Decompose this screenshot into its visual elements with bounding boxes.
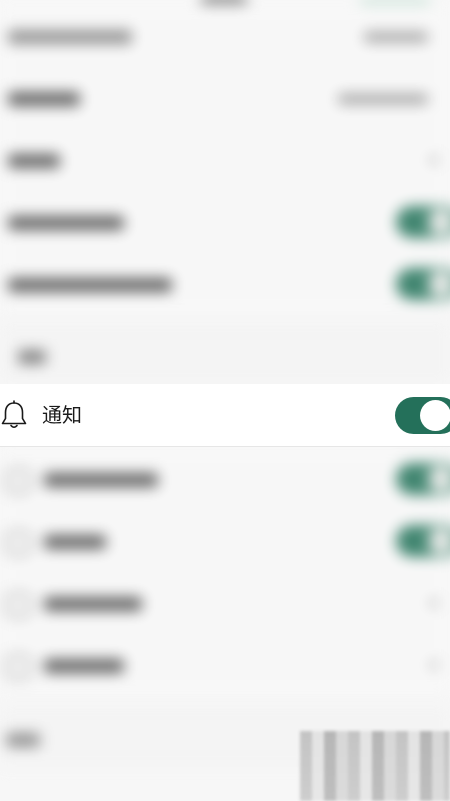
blurred-setting-row xyxy=(0,190,450,253)
notification-label: 通知 xyxy=(42,403,82,427)
blurred-setting-row xyxy=(0,447,450,510)
blurred-setting-row xyxy=(0,66,450,129)
blurred-setting-row xyxy=(0,4,450,67)
blurred-setting-row xyxy=(0,252,450,315)
notification-toggle[interactable] xyxy=(395,397,450,434)
bell-icon xyxy=(0,399,30,431)
blurred-setting-row xyxy=(0,633,450,696)
blurred-setting-row xyxy=(0,128,450,191)
blurred-setting-row xyxy=(0,509,450,572)
blurred-section-header xyxy=(0,322,450,384)
notification-setting-row[interactable]: 通知 xyxy=(0,384,450,447)
blurred-setting-row xyxy=(0,571,450,634)
pixelated-watermark xyxy=(300,731,450,801)
toggle-knob xyxy=(420,400,450,431)
